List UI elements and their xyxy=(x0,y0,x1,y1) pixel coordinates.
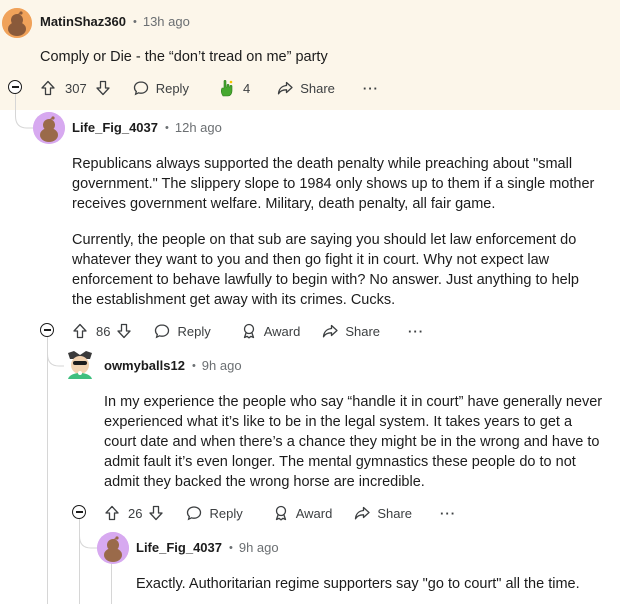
downvote-button[interactable] xyxy=(148,505,164,521)
avatar[interactable] xyxy=(2,8,32,38)
reply-icon xyxy=(187,506,202,521)
share-icon xyxy=(278,81,293,95)
timestamp[interactable]: 9h ago xyxy=(202,358,242,373)
award-label: Award xyxy=(263,323,301,339)
avatar[interactable] xyxy=(33,112,65,144)
award-button[interactable]: Award xyxy=(241,323,301,339)
collapse-icon[interactable] xyxy=(40,323,54,337)
reply-icon xyxy=(155,324,170,339)
comment-body: Exactly. Authoritarian regime supporters… xyxy=(136,574,606,594)
upvote-button[interactable] xyxy=(40,80,56,96)
upvote-icon xyxy=(73,323,87,339)
comment-body: In my experience the people who say “han… xyxy=(104,392,604,492)
comment-meta: MatinShaz360 • 13h ago xyxy=(40,14,190,29)
comment-paragraph: Comply or Die - the “don’t tread on me” … xyxy=(40,49,328,65)
comment-paragraph: Republicans always supported the death p… xyxy=(72,156,595,212)
downvote-icon xyxy=(96,80,110,96)
more-options-button[interactable]: ··· xyxy=(440,506,456,521)
username[interactable]: owmyballs12 xyxy=(104,358,185,373)
share-label: Share xyxy=(345,323,381,339)
separator-dot: • xyxy=(191,359,196,372)
comment-actions: 307 Reply 4 Share ··· xyxy=(40,76,379,100)
separator-dot: • xyxy=(229,541,233,554)
award-count: 4 xyxy=(242,80,251,96)
timestamp[interactable]: 13h ago xyxy=(143,14,190,29)
comment-paragraph: Currently, the people on that sub are sa… xyxy=(72,232,579,308)
username[interactable]: Life_Fig_4037 xyxy=(136,540,222,555)
reply-button[interactable]: Reply xyxy=(186,505,243,521)
username[interactable]: Life_Fig_4037 xyxy=(72,120,158,135)
comment-paragraph: In my experience the people who say “han… xyxy=(104,394,603,490)
vote-count: 26 xyxy=(128,505,143,521)
upvote-icon xyxy=(41,80,55,96)
share-label: Share xyxy=(377,505,413,521)
comment-meta: Life_Fig_4037 • 12h ago xyxy=(72,120,222,135)
username[interactable]: MatinShaz360 xyxy=(40,14,126,29)
downvote-icon xyxy=(117,323,132,339)
comment-meta: Life_Fig_4037 • 9h ago xyxy=(136,540,279,555)
thread-line xyxy=(47,335,48,604)
more-options-button[interactable]: ··· xyxy=(408,324,424,339)
avatar[interactable] xyxy=(64,349,96,381)
comment-body: Republicans always supported the death p… xyxy=(72,154,602,310)
snoo-avatar-icon xyxy=(33,112,65,144)
downvote-button[interactable] xyxy=(95,80,111,96)
share-button[interactable]: Share xyxy=(322,323,380,339)
share-icon xyxy=(355,506,370,520)
reply-label: Reply xyxy=(155,80,189,96)
award-hand-icon xyxy=(221,79,233,97)
share-label: Share xyxy=(300,80,335,96)
reply-label: Reply xyxy=(177,323,211,339)
more-options-button[interactable]: ··· xyxy=(363,81,379,96)
upvote-button[interactable] xyxy=(104,505,120,521)
comment-body: Comply or Die - the “don’t tread on me” … xyxy=(40,47,600,67)
avatar[interactable] xyxy=(97,532,129,564)
upvote-button[interactable] xyxy=(72,323,88,339)
separator-dot: • xyxy=(132,15,137,28)
comment-actions: 26 Reply Award Share ··· xyxy=(104,501,456,525)
vote-count: 307 xyxy=(65,80,87,96)
downvote-icon xyxy=(149,505,164,521)
timestamp[interactable]: 12h ago xyxy=(175,120,222,135)
snoo-avatar-icon xyxy=(2,8,32,38)
award-button[interactable]: Award xyxy=(273,505,333,521)
snoo-avatar-icon xyxy=(97,532,129,564)
comment-actions: 86 Reply Award Share ··· xyxy=(72,319,424,343)
thread-line xyxy=(111,560,112,604)
comment-paragraph: Exactly. Authoritarian regime supporters… xyxy=(136,576,580,592)
reply-button[interactable]: Reply xyxy=(154,323,211,339)
vote-count: 86 xyxy=(96,323,111,339)
upvote-icon xyxy=(105,505,119,521)
share-button[interactable]: Share xyxy=(277,80,335,96)
award-icon xyxy=(243,323,254,339)
collapse-icon[interactable] xyxy=(8,80,22,94)
share-button[interactable]: Share xyxy=(354,505,412,521)
timestamp[interactable]: 9h ago xyxy=(239,540,279,555)
award-button[interactable]: 4 xyxy=(217,78,256,98)
custom-avatar-icon xyxy=(68,351,92,379)
separator-dot: • xyxy=(165,121,169,134)
collapse-icon[interactable] xyxy=(72,505,86,519)
award-label: Award xyxy=(295,505,333,521)
share-icon xyxy=(323,324,338,338)
downvote-button[interactable] xyxy=(116,323,132,339)
award-icon xyxy=(275,505,286,521)
reply-label: Reply xyxy=(209,505,243,521)
comment-meta: owmyballs12 • 9h ago xyxy=(104,358,242,373)
reply-icon xyxy=(133,81,148,96)
reply-button[interactable]: Reply xyxy=(133,80,189,96)
